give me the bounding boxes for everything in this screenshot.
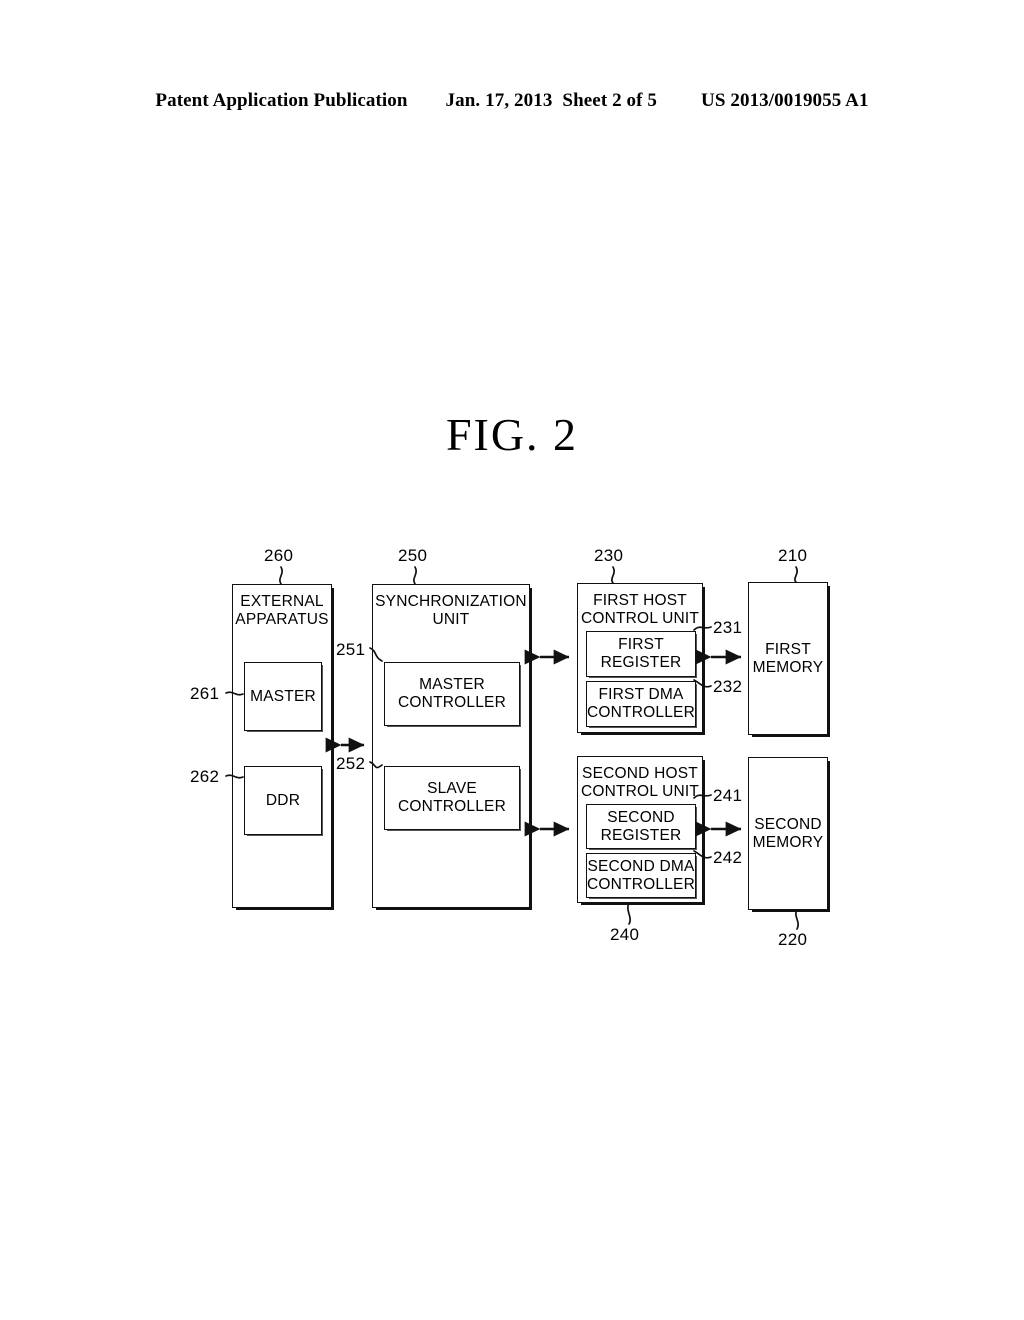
block-second-host-control-unit-label: SECOND HOST CONTROL UNIT (580, 765, 700, 800)
block-first-register-label: FIRST REGISTER (600, 636, 682, 671)
leader-260 (279, 566, 283, 585)
ref-252: 252 (336, 754, 366, 773)
ref-242: 242 (713, 848, 743, 867)
ref-262: 262 (190, 767, 220, 786)
block-first-dma-controller: FIRST DMA CONTROLLER (586, 681, 696, 727)
leader-220 (795, 909, 799, 930)
ref-240: 240 (610, 925, 640, 944)
block-first-memory-label: FIRST MEMORY (752, 640, 824, 676)
block-external-apparatus-label: EXTERNAL APPARATUS (235, 593, 329, 628)
block-ddr: DDR (244, 766, 322, 835)
block-second-memory-label: SECOND MEMORY (752, 815, 824, 851)
block-second-memory: SECOND MEMORY (748, 757, 828, 910)
block-first-memory: FIRST MEMORY (748, 582, 828, 735)
block-ddr-label: DDR (265, 791, 301, 809)
ref-250: 250 (398, 546, 428, 565)
ref-251: 251 (336, 640, 366, 659)
block-first-host-control-unit: FIRST HOST CONTROL UNIT FIRST REGISTER F… (577, 583, 703, 733)
block-second-register: SECOND REGISTER (586, 804, 696, 849)
block-first-register: FIRST REGISTER (586, 631, 696, 677)
ref-232: 232 (713, 677, 743, 696)
figure-diagram: EXTERNAL APPARATUS MASTER DDR 260 261 26… (0, 0, 1024, 1320)
block-first-dma-controller-label: FIRST DMA CONTROLLER (587, 686, 695, 721)
block-second-dma-controller-label: SECOND DMA CONTROLLER (587, 857, 695, 893)
block-second-register-label: SECOND REGISTER (600, 808, 682, 844)
ref-220: 220 (778, 930, 808, 949)
block-master: MASTER (244, 662, 322, 731)
ref-210: 210 (778, 546, 808, 565)
block-master-controller: MASTER CONTROLLER (384, 662, 520, 726)
block-master-controller-label: MASTER CONTROLLER (398, 676, 506, 711)
ref-230: 230 (594, 546, 624, 565)
leader-210 (794, 566, 798, 583)
leader-230 (611, 566, 615, 584)
block-synchronization-unit: SYNCHRONIZATION UNIT MASTER CONTROLLER S… (372, 584, 530, 908)
block-synchronization-unit-label: SYNCHRONIZATION UNIT (375, 593, 527, 628)
block-external-apparatus: EXTERNAL APPARATUS MASTER DDR (232, 584, 332, 908)
leader-240 (627, 902, 631, 925)
block-second-dma-controller: SECOND DMA CONTROLLER (586, 853, 696, 898)
leader-250 (413, 566, 417, 585)
block-slave-controller: SLAVE CONTROLLER (384, 766, 520, 830)
block-slave-controller-label: SLAVE CONTROLLER (398, 780, 506, 815)
block-second-host-control-unit: SECOND HOST CONTROL UNIT SECOND REGISTER… (577, 756, 703, 903)
block-first-host-control-unit-label: FIRST HOST CONTROL UNIT (580, 592, 700, 627)
ref-231: 231 (713, 618, 743, 637)
ref-241: 241 (713, 786, 743, 805)
block-master-label: MASTER (250, 687, 316, 705)
ref-260: 260 (264, 546, 294, 565)
ref-261: 261 (190, 684, 220, 703)
